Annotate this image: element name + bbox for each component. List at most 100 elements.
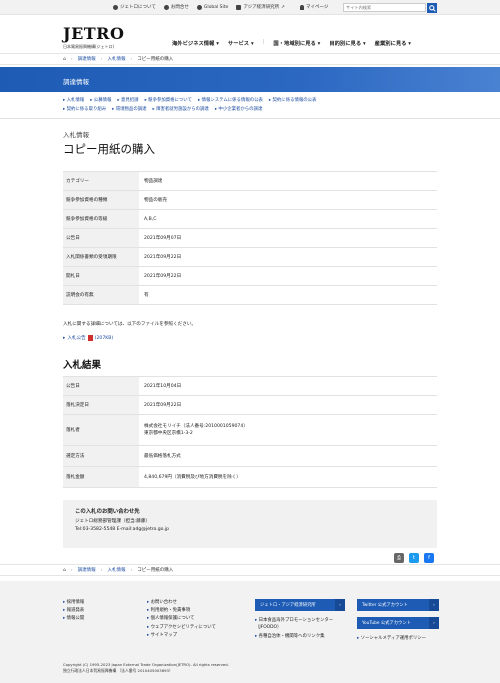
- page-title: コピー用紙の購入: [63, 142, 155, 156]
- table-value: 2021年09月22日: [139, 247, 437, 267]
- subnav-link[interactable]: 障害者就労施設からの調達: [153, 105, 209, 114]
- utility-link-global[interactable]: Global Site: [196, 4, 229, 10]
- pdf-download-link[interactable]: ▸ 入札公告 (207KB): [63, 335, 113, 341]
- youtube-account-button[interactable]: YouTube 公式アカウント ›: [357, 617, 439, 629]
- table-value: 有: [139, 285, 437, 305]
- footer-link[interactable]: お問い合わせ: [147, 599, 216, 607]
- utility-link-about[interactable]: ジェトロについて: [113, 4, 156, 10]
- breadcrumb-bottom: ⌂ › 調達情報 › 入札情報 › コピー用紙の購入: [0, 564, 500, 576]
- home-icon[interactable]: ⌂: [63, 57, 66, 62]
- table-row: カテゴリー 物品調達: [63, 171, 437, 191]
- table-row: 開札日 2021年09月22日: [63, 266, 437, 286]
- footer-col-3: 日本食品海外プロモーションセンター（JFOODO） 各種自治体・機関等へのリンク…: [255, 617, 350, 640]
- footer-link[interactable]: 利用規約・免責事項: [147, 607, 216, 615]
- chevron-right-icon: ›: [70, 56, 73, 62]
- table-key: 落札決定日: [63, 395, 139, 415]
- table-key: 競争参加資格の種類: [63, 190, 139, 210]
- subnav-link[interactable]: 契約に係る情報の公表: [269, 96, 317, 105]
- footer-link[interactable]: 報道発表: [63, 607, 85, 615]
- gnav-label: 目的別に見る: [329, 41, 362, 47]
- home-icon[interactable]: ⌂: [63, 568, 66, 573]
- table-key: 開札日: [63, 266, 139, 286]
- footer-link[interactable]: ソーシャルメディア運用ポリシー: [357, 635, 426, 643]
- sub-nav: 入札情報 公募情報 意見招請 競争参加資格について 情報システムに係る情報の公表…: [63, 96, 443, 114]
- subnav-link[interactable]: 環境物品の調達: [112, 105, 147, 114]
- gnav-item-overseas[interactable]: 海外ビジネス情報 ▾: [172, 39, 219, 47]
- breadcrumb-current: コピー用紙の購入: [137, 57, 174, 62]
- search-icon: [428, 4, 436, 12]
- info-table: カテゴリー 物品調達 競争参加資格の種類 物品の販売 競争参加資格の等級 A,B,C …: [63, 171, 437, 305]
- bullet-icon: ▸: [63, 335, 66, 341]
- footer-link[interactable]: 各種自治体・機関等へのリンク集: [255, 633, 350, 640]
- external-link-icon: ↗: [281, 4, 285, 10]
- table-row: 選定方法 最低価格落札方式: [63, 445, 437, 467]
- ide-button[interactable]: ジェトロ・アジア経済研究所 ›: [255, 599, 345, 611]
- table-key: 公告日: [63, 376, 139, 396]
- subnav-link[interactable]: 情報システムに係る情報の公表: [198, 96, 263, 105]
- search-input[interactable]: [343, 3, 426, 12]
- share-buttons: ⎙ t f: [394, 553, 434, 563]
- table-value: 2021年09月22日: [139, 266, 437, 286]
- divider: [0, 118, 500, 119]
- breadcrumb-link[interactable]: 入札情報: [107, 56, 125, 62]
- subnav-link[interactable]: 競争参加資格について: [145, 96, 192, 105]
- footer-link[interactable]: サイトマップ: [147, 632, 216, 640]
- print-icon[interactable]: ⎙: [394, 553, 404, 563]
- category-label: 入札情報: [63, 131, 89, 139]
- jetro-icon: [113, 4, 118, 10]
- table-row: 競争参加資格の等級 A,B,C: [63, 209, 437, 229]
- chevron-right-icon: ›: [100, 56, 103, 62]
- footer-link[interactable]: ウェブアクセシビリティについて: [147, 624, 216, 632]
- subnav-link[interactable]: 入札情報: [63, 96, 85, 105]
- chevron-right-icon: ›: [70, 567, 73, 573]
- subnav-link[interactable]: 契約に係る取り組み: [63, 105, 107, 114]
- table-row: 落札金額 4,840,679円（消費税及び地方消費税を除く）: [63, 466, 437, 488]
- subnav-link[interactable]: 意見招請: [117, 96, 139, 105]
- chevron-right-icon: ›: [100, 567, 103, 573]
- table-key: 落札金額: [63, 466, 139, 488]
- breadcrumb-link[interactable]: 入札情報: [107, 567, 125, 573]
- note-text: 入札に関する詳細については、以下のファイルを参照ください。: [63, 322, 196, 327]
- search-button[interactable]: [427, 3, 437, 13]
- jetro-logo[interactable]: JETRO 日本貿易振興機構(ジェトロ): [63, 24, 124, 50]
- result-table: 公告日 2021年10月04日 落札決定日 2021年09月22日 落札者 株式会社モ…: [63, 376, 437, 488]
- breadcrumb-link[interactable]: 調達情報: [78, 567, 96, 573]
- utility-link-ide[interactable]: アジア経済研究所 ↗: [236, 4, 285, 10]
- utility-bar: ジェトロについて お問合せ Global Site アジア経済研究所 ↗ マイペー…: [0, 0, 500, 15]
- footer-link[interactable]: 採用情報: [63, 599, 85, 607]
- gnav-item-country[interactable]: 国・地域別に見る ▾: [273, 39, 320, 47]
- chevron-right-icon: ›: [130, 567, 133, 573]
- footer-link[interactable]: 個人情報保護について: [147, 615, 216, 623]
- gnav-item-industry[interactable]: 産業別に見る ▾: [375, 39, 411, 47]
- btn-label: ジェトロ・アジア経済研究所: [260, 603, 316, 608]
- utility-link-contact[interactable]: お問合せ: [163, 4, 189, 10]
- breadcrumb-link[interactable]: 調達情報: [78, 56, 96, 62]
- subnav-link[interactable]: 中小企業者からの調達: [215, 105, 262, 114]
- winner-address: 東京都中央区京橋1-3-2: [144, 431, 193, 436]
- banner-title: 調達情報: [63, 78, 89, 86]
- mypage-link[interactable]: マイページ: [300, 4, 328, 10]
- building-icon: [236, 4, 242, 10]
- gnav-item-purpose[interactable]: 目的別に見る ▾: [329, 39, 365, 47]
- subnav-link[interactable]: 公募情報: [90, 96, 112, 105]
- btn-label: Twitter 公式アカウント: [362, 603, 408, 608]
- btn-label: YouTube 公式アカウント: [362, 621, 411, 626]
- table-row: 落札者 株式会社モリイチ（法人番号:2010001059074） 東京都中央区京橋1…: [63, 414, 437, 446]
- table-row: 入札関係書類の受領期限 2021年09月22日: [63, 247, 437, 267]
- gnav-separator: |: [262, 39, 265, 45]
- gnav-item-service[interactable]: サービス ▾: [228, 39, 254, 47]
- pdf-icon: [87, 335, 93, 341]
- footer-link[interactable]: 日本食品海外プロモーションセンター（JFOODO）: [255, 617, 350, 631]
- footer-link[interactable]: 情報公開: [63, 615, 85, 623]
- utility-link-label: Global Site: [203, 4, 229, 10]
- table-key: 公告日: [63, 228, 139, 248]
- globe-icon: [196, 4, 202, 10]
- table-key: 競争参加資格の等級: [63, 209, 139, 229]
- pdf-size: (207KB): [94, 335, 114, 341]
- table-value: 最低価格落札方式: [139, 445, 437, 467]
- twitter-account-button[interactable]: Twitter 公式アカウント ›: [357, 599, 439, 611]
- table-key: 入札関係書類の受領期限: [63, 247, 139, 267]
- twitter-icon[interactable]: t: [409, 553, 419, 563]
- footer-col-1: 採用情報 報道発表 情報公開: [63, 599, 85, 624]
- facebook-icon[interactable]: f: [424, 553, 434, 563]
